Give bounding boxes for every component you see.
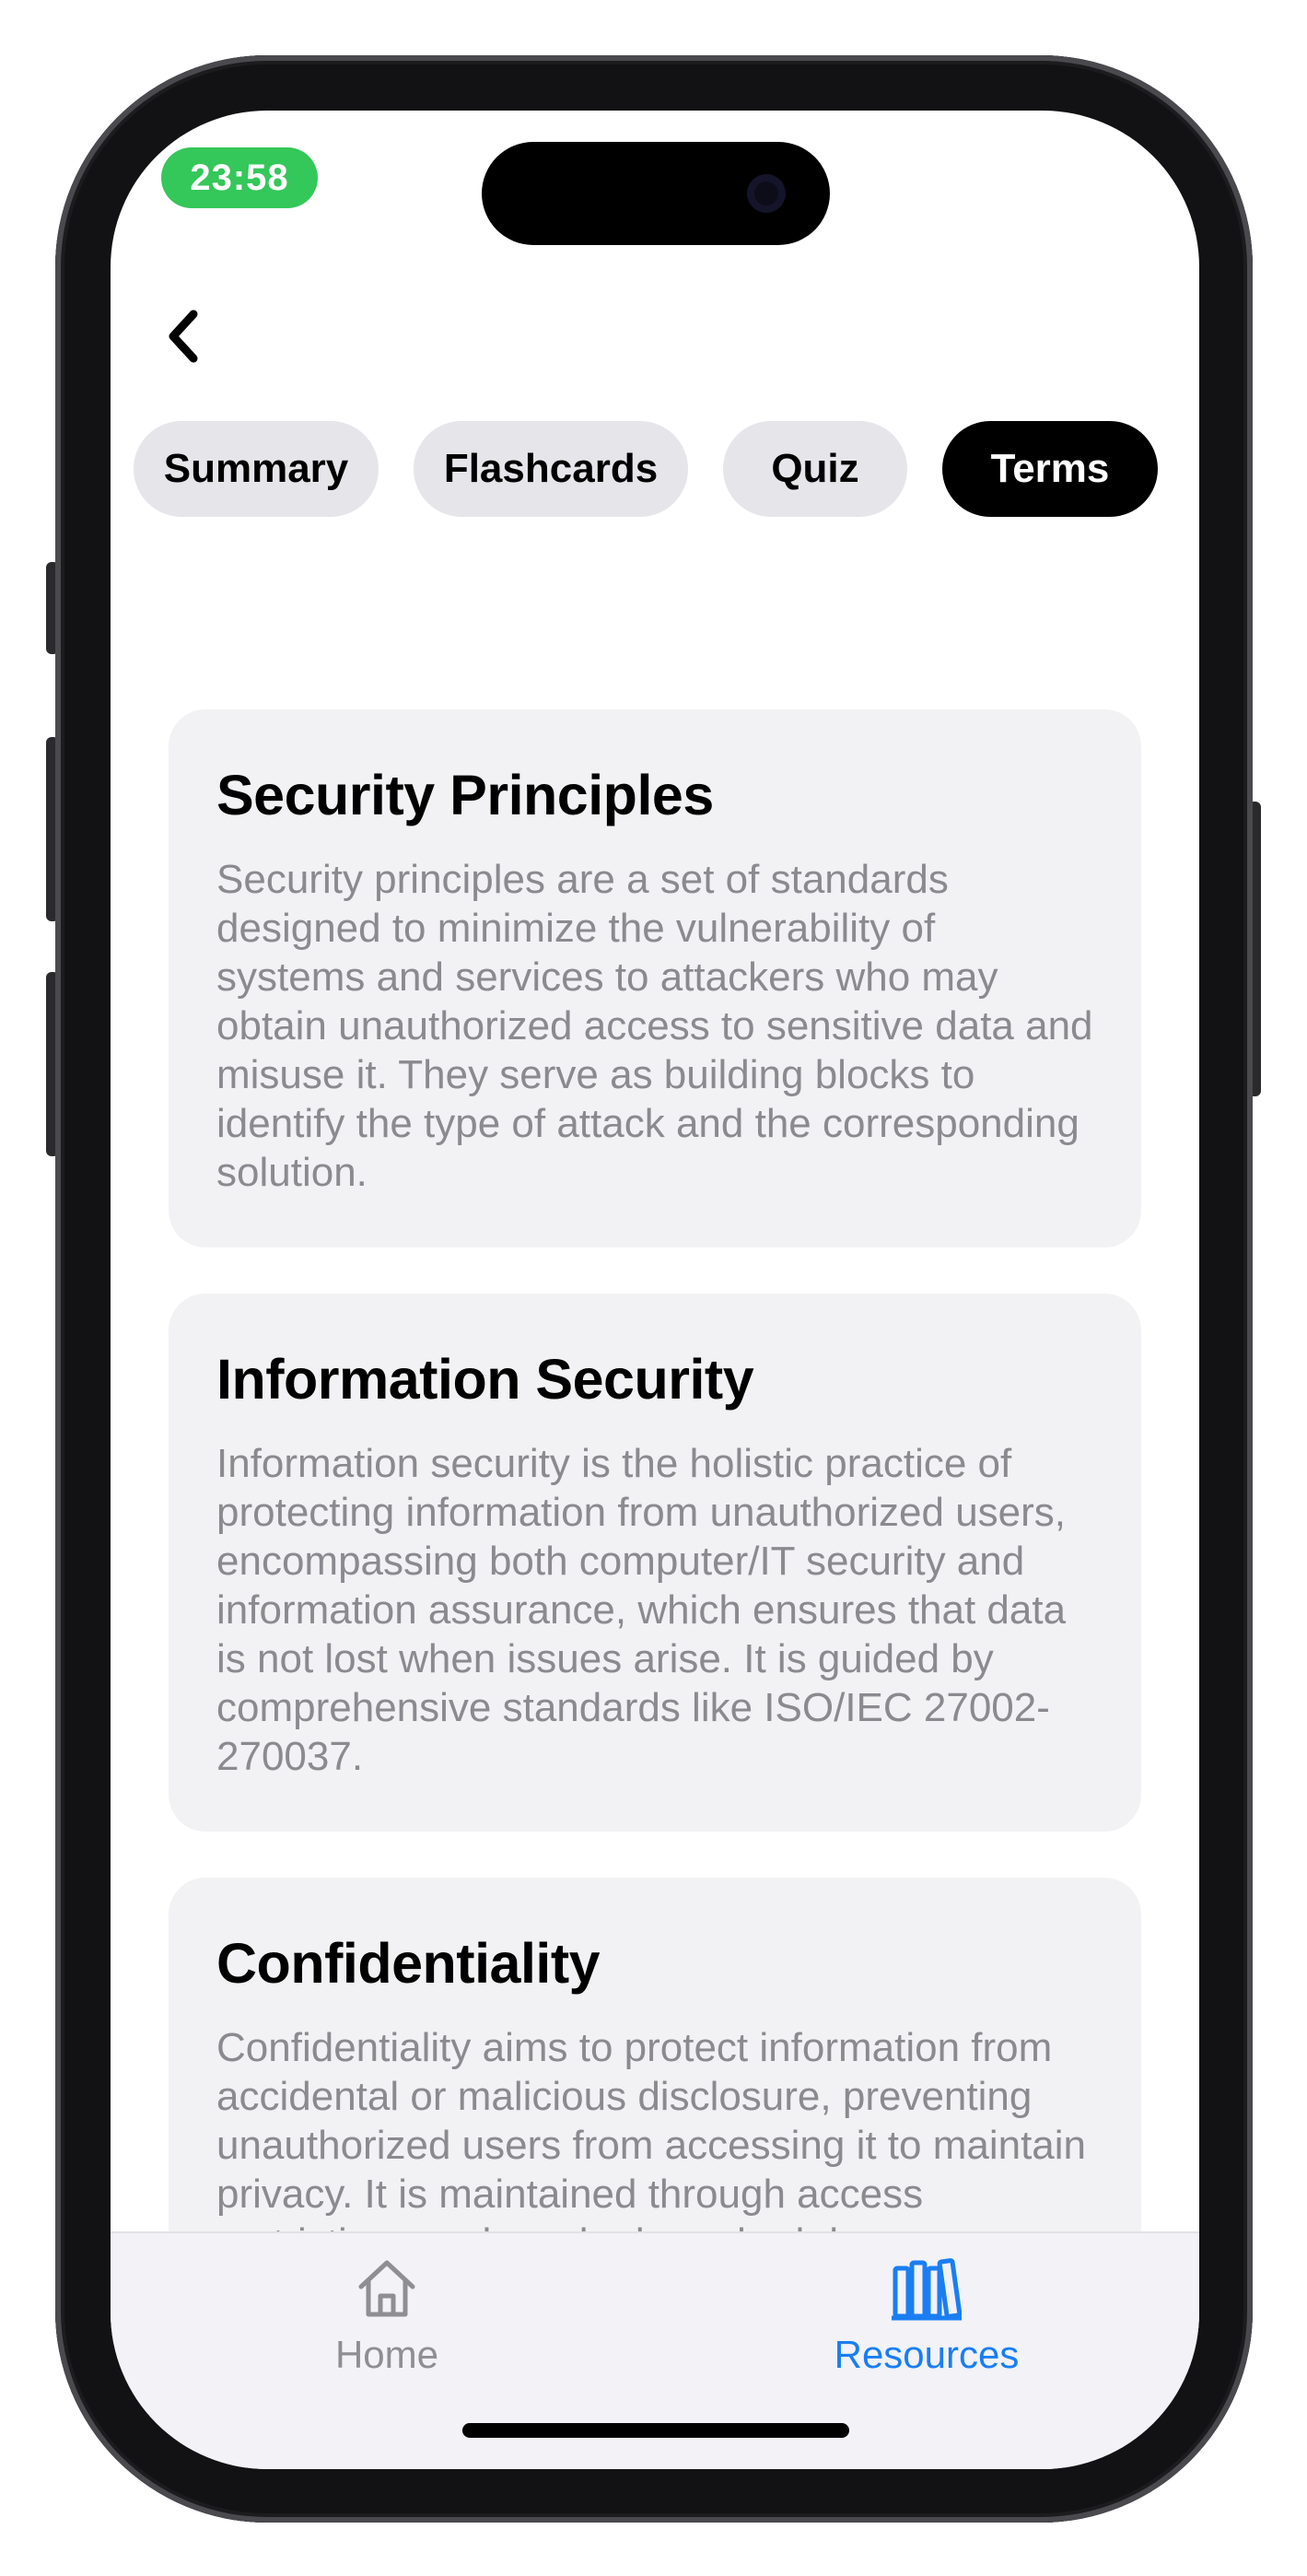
- term-card[interactable]: Confidentiality Confidentiality aims to …: [169, 1878, 1141, 2241]
- term-title: Security Principles: [216, 764, 714, 826]
- tab-bar-label: Home: [334, 2333, 439, 2376]
- tab-terms[interactable]: Terms: [942, 421, 1158, 517]
- tab-bar-label: Resources: [834, 2333, 1020, 2376]
- tab-label: Terms: [990, 446, 1110, 491]
- segmented-tabs: Summary Flashcards Quiz Terms: [134, 421, 1193, 517]
- terms-list[interactable]: Security Principles Security principles …: [111, 525, 1199, 2241]
- term-description: Security principles are a set of standar…: [216, 857, 1093, 1196]
- tab-label: Flashcards: [443, 446, 659, 491]
- dynamic-island: [482, 142, 830, 245]
- camera-icon: [747, 174, 786, 213]
- home-indicator[interactable]: [462, 2423, 849, 2438]
- tab-flashcards[interactable]: Flashcards: [414, 421, 688, 517]
- house-icon: [358, 2260, 415, 2317]
- back-button[interactable]: [147, 295, 221, 378]
- tab-quiz[interactable]: Quiz: [723, 421, 907, 517]
- status-time: 23:58: [161, 147, 318, 208]
- term-description: Information security is the holistic pra…: [216, 1441, 1067, 1780]
- chevron-left-icon: [169, 310, 198, 363]
- term-description: Confidentiality aims to protect informat…: [216, 2025, 1087, 2241]
- phone-screen: 23:58 Summary Flashcards Quiz Terms Secu…: [111, 111, 1199, 2469]
- tab-bar-resources[interactable]: Resources: [788, 2255, 1065, 2394]
- books-icon: [892, 2258, 962, 2321]
- tab-label: Quiz: [771, 446, 859, 491]
- tab-summary[interactable]: Summary: [134, 421, 379, 517]
- term-card[interactable]: Information Security Information securit…: [169, 1294, 1141, 1832]
- tab-bar-home[interactable]: Home: [249, 2255, 525, 2394]
- term-title: Information Security: [216, 1348, 754, 1411]
- term-card[interactable]: Security Principles Security principles …: [169, 709, 1141, 1247]
- tab-label: Summary: [163, 446, 349, 491]
- term-title: Confidentiality: [216, 1932, 601, 1995]
